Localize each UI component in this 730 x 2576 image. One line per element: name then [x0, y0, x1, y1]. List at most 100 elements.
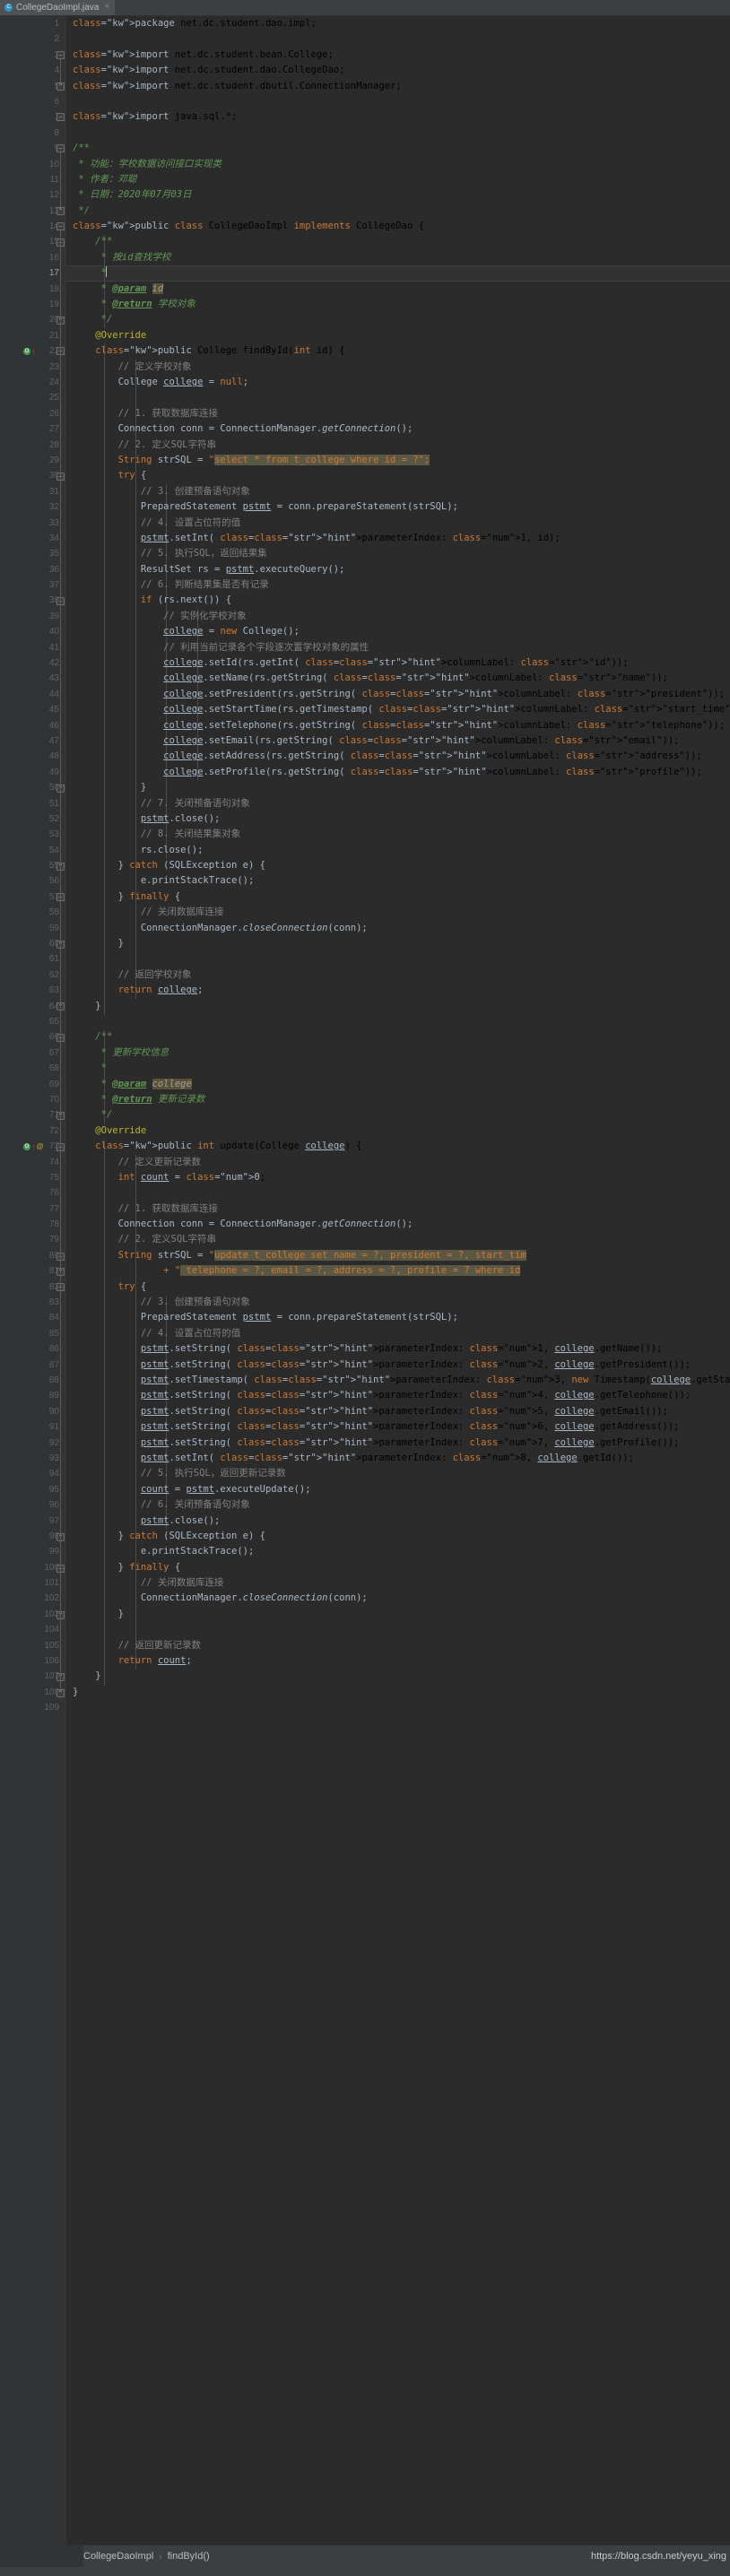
- code-folding-column[interactable]: −⌃−−⌃−⌃−⌃−⌃−⌃−⌃−⌃−⌃−⌃−⌃−⌃−⌃: [55, 16, 66, 2545]
- code-line[interactable]: [73, 31, 730, 47]
- code-line[interactable]: rs.close();: [73, 843, 730, 858]
- code-line[interactable]: String strSQL = "select * from t_college…: [73, 453, 730, 468]
- code-line[interactable]: [73, 390, 730, 405]
- code-line[interactable]: // 实例化学校对象: [73, 609, 730, 624]
- code-line[interactable]: class="kw">public College findById(int i…: [73, 343, 730, 359]
- code-line[interactable]: pstmt.setInt( class=class="str">"hint">p…: [73, 1451, 730, 1466]
- code-line[interactable]: class="kw">import net.dc.student.bean.Co…: [73, 48, 730, 63]
- code-line[interactable]: * 功能：学校数据访问接口实现类: [73, 157, 730, 172]
- code-line[interactable]: e.printStackTrace();: [73, 873, 730, 889]
- code-line[interactable]: }: [73, 1685, 730, 1700]
- code-line[interactable]: *: [73, 265, 730, 281]
- code-line[interactable]: PreparedStatement pstmt = conn.prepareSt…: [73, 1310, 730, 1325]
- code-line[interactable]: class="kw">public int update(College col…: [73, 1139, 730, 1154]
- code-line[interactable]: /**: [73, 1029, 730, 1045]
- code-line[interactable]: e.printStackTrace();: [73, 1544, 730, 1559]
- code-line[interactable]: * 日期：2020年07月03日: [73, 187, 730, 203]
- code-line[interactable]: college = new College();: [73, 624, 730, 639]
- code-line[interactable]: try {: [73, 468, 730, 483]
- code-line[interactable]: pstmt.setInt( class=class="str">"hint">p…: [73, 531, 730, 546]
- code-line[interactable]: @Override: [73, 1123, 730, 1139]
- code-line[interactable]: try {: [73, 1279, 730, 1295]
- code-line[interactable]: String strSQL = "update t_college set na…: [73, 1248, 730, 1263]
- code-line[interactable]: pstmt.setTimestamp( class=class="str">"h…: [73, 1373, 730, 1388]
- editor-tab-collegedaoimpl[interactable]: C CollegeDaoImpl.java ×: [0, 0, 116, 15]
- code-line[interactable]: class="kw">import net.dc.student.dbutil.…: [73, 79, 730, 94]
- code-line[interactable]: Connection conn = ConnectionManager.getC…: [73, 421, 730, 437]
- code-line[interactable]: [73, 951, 730, 967]
- code-editor[interactable]: 12345678910111213141516171819202122O↑232…: [0, 16, 730, 2545]
- code-line[interactable]: pstmt.setString( class=class="str">"hint…: [73, 1435, 730, 1451]
- implementing-method-arrow[interactable]: ↑: [31, 1142, 36, 1150]
- code-line[interactable]: College college = null;: [73, 375, 730, 390]
- code-line[interactable]: // 3. 创建预备语句对象: [73, 1295, 730, 1310]
- code-line[interactable]: college.setId(rs.getInt( class=class="st…: [73, 655, 730, 671]
- annotation-marker[interactable]: @: [37, 1142, 44, 1150]
- close-icon[interactable]: ×: [104, 3, 109, 12]
- code-line[interactable]: // 利用当前记录各个字段逐次置学校对象的属性: [73, 640, 730, 655]
- code-line[interactable]: [73, 1700, 730, 1715]
- code-line[interactable]: pstmt.setString( class=class="str">"hint…: [73, 1404, 730, 1419]
- code-line[interactable]: college.setName(rs.getString( class=clas…: [73, 671, 730, 686]
- overridden-method-icon[interactable]: O: [23, 1142, 30, 1150]
- code-line[interactable]: ConnectionManager.closeConnection(conn);: [73, 921, 730, 936]
- code-line[interactable]: // 7. 关闭预备语句对象: [73, 796, 730, 811]
- code-line[interactable]: [73, 126, 730, 141]
- code-line[interactable]: // 返回更新记录数: [73, 1638, 730, 1653]
- code-line[interactable]: // 1. 获取数据库连接: [73, 406, 730, 421]
- code-line[interactable]: }: [73, 1607, 730, 1622]
- code-line[interactable]: */: [73, 312, 730, 327]
- fold-collapse-icon[interactable]: −: [56, 113, 65, 122]
- code-line[interactable]: // 定义学校对象: [73, 360, 730, 375]
- code-line[interactable]: } finally {: [73, 1560, 730, 1575]
- code-line[interactable]: college.setPresident(rs.getString( class…: [73, 687, 730, 702]
- code-line[interactable]: college.setEmail(rs.getString( class=cla…: [73, 733, 730, 749]
- code-line[interactable]: // 3. 创建预备语句对象: [73, 484, 730, 499]
- code-line[interactable]: [73, 1185, 730, 1201]
- code-line[interactable]: }: [73, 1669, 730, 1684]
- code-line[interactable]: // 关闭数据库连接: [73, 905, 730, 920]
- code-line[interactable]: [73, 94, 730, 109]
- fold-end-icon[interactable]: ⌃: [56, 82, 65, 91]
- code-line[interactable]: class="kw">public class CollegeDaoImpl i…: [73, 219, 730, 234]
- code-line[interactable]: }: [73, 936, 730, 951]
- code-line[interactable]: * 作者：邓聪: [73, 172, 730, 187]
- code-line[interactable]: class="kw">import java.sql.*;: [73, 109, 730, 125]
- fold-end-icon[interactable]: ⌃: [56, 206, 65, 215]
- code-line[interactable]: // 4. 设置占位符的值: [73, 1326, 730, 1341]
- code-line[interactable]: // 关闭数据库连接: [73, 1575, 730, 1591]
- code-line[interactable]: return college;: [73, 983, 730, 998]
- overridden-method-icon[interactable]: O: [23, 347, 30, 355]
- code-line[interactable]: ConnectionManager.closeConnection(conn);: [73, 1591, 730, 1606]
- code-line[interactable]: // 6. 关闭预备语句对象: [73, 1497, 730, 1513]
- code-line[interactable]: [73, 1014, 730, 1029]
- code-line[interactable]: pstmt.close();: [73, 811, 730, 827]
- code-line[interactable]: // 5. 执行SQL，返回更新记录数: [73, 1466, 730, 1481]
- line-number-gutter[interactable]: 12345678910111213141516171819202122O↑232…: [0, 16, 66, 2545]
- fold-collapse-icon[interactable]: −: [56, 222, 65, 231]
- code-line[interactable]: class="kw">import net.dc.student.dao.Col…: [73, 63, 730, 78]
- code-line[interactable]: count = pstmt.executeUpdate();: [73, 1482, 730, 1497]
- code-line[interactable]: college.setStartTime(rs.getTimestamp( cl…: [73, 702, 730, 717]
- fold-collapse-icon[interactable]: −: [56, 144, 65, 153]
- code-line[interactable]: ResultSet rs = pstmt.executeQuery();: [73, 562, 730, 577]
- code-line[interactable]: * @return 更新记录数: [73, 1092, 730, 1107]
- breadcrumb-class[interactable]: CollegeDaoImpl: [83, 2551, 153, 2562]
- code-line[interactable]: Connection conn = ConnectionManager.getC…: [73, 1217, 730, 1232]
- code-line[interactable]: /**: [73, 141, 730, 156]
- code-line[interactable]: college.setAddress(rs.getString( class=c…: [73, 749, 730, 764]
- code-line[interactable]: // 5. 执行SQL，返回结果集: [73, 546, 730, 561]
- code-line[interactable]: * 按id查找学校: [73, 250, 730, 265]
- code-line[interactable]: @Override: [73, 328, 730, 343]
- code-line[interactable]: college.setProfile(rs.getString( class=c…: [73, 765, 730, 780]
- implementing-method-arrow[interactable]: ↑: [31, 347, 36, 355]
- code-line[interactable]: pstmt.setString( class=class="str">"hint…: [73, 1419, 730, 1435]
- fold-end-icon[interactable]: ⌃: [56, 1688, 65, 1697]
- code-line[interactable]: // 1. 获取数据库连接: [73, 1201, 730, 1217]
- code-line[interactable]: } catch (SQLException e) {: [73, 1529, 730, 1544]
- code-line[interactable]: }: [73, 780, 730, 795]
- code-line[interactable]: [73, 1622, 730, 1637]
- code-line[interactable]: * @return 学校对象: [73, 297, 730, 312]
- code-line[interactable]: pstmt.setString( class=class="str">"hint…: [73, 1341, 730, 1357]
- code-line[interactable]: int count = class="num">0;: [73, 1170, 730, 1185]
